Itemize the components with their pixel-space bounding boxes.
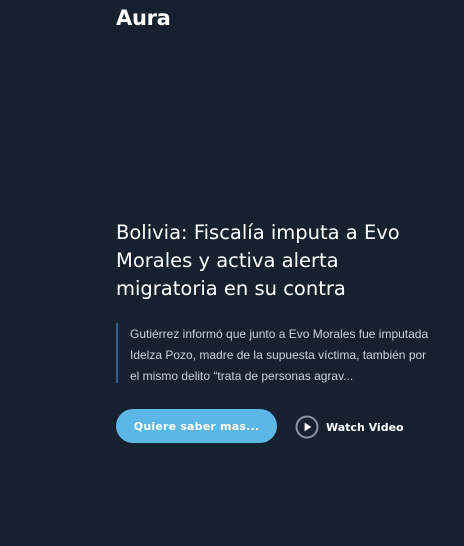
read-more-button[interactable]: Quiere saber mas...	[116, 409, 277, 443]
excerpt-text: Gutiérrez informó que junto a Evo Morale…	[130, 327, 429, 383]
article-headline[interactable]: Bolivia: Fiscalía imputa a Evo Morales y…	[116, 219, 436, 303]
watch-video-label: Watch Video	[326, 420, 404, 434]
article-excerpt: Gutiérrez informó que junto a Evo Morale…	[116, 323, 436, 383]
watch-video-button[interactable]: Watch Video	[295, 414, 404, 440]
play-circle-icon	[295, 415, 319, 439]
site-logo[interactable]: Aura	[116, 6, 171, 30]
hero-section: Aura Bolivia: Fiscalía imputa a Evo Mora…	[0, 0, 464, 546]
